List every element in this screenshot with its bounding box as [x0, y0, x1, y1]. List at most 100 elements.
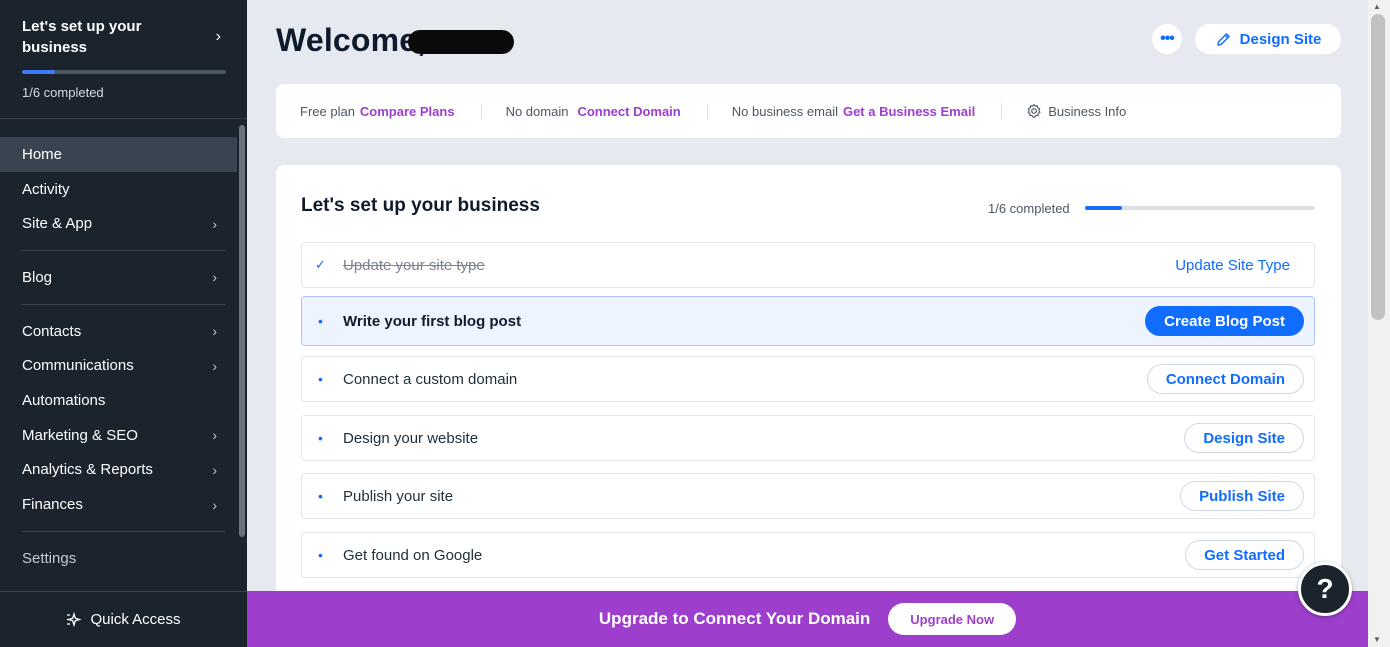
update-site-type-button[interactable]: Update Site Type	[1165, 250, 1300, 280]
sidebar-divider	[22, 303, 225, 305]
sidebar: Let's set up your business › 1/6 complet…	[0, 0, 247, 647]
design-site-task-button[interactable]: Design Site	[1184, 423, 1304, 453]
upgrade-banner-text: Upgrade to Connect Your Domain	[598, 609, 871, 628]
task-label: Design your website	[343, 429, 479, 447]
task-write-blog-post[interactable]: • Write your first blog post Create Blog…	[301, 296, 1315, 346]
get-business-email-link[interactable]: Get a Business Email	[843, 104, 975, 119]
bullet-icon: •	[318, 547, 323, 563]
sidebar-item-label: Activity	[22, 180, 70, 198]
email-segment: No business email Get a Business Email	[706, 103, 1001, 119]
scroll-down-arrow-icon[interactable]: ▼	[1373, 635, 1381, 644]
setup-panel-count: 1/6 completed	[988, 201, 1070, 216]
sidebar-nav: Home Activity Site & App › Blog › Contacts…	[0, 137, 237, 576]
plan-status: Free plan	[300, 103, 355, 119]
setup-checklist-panel: Let's set up your business 1/6 completed…	[276, 165, 1341, 635]
sidebar-item-label: Communications	[22, 357, 134, 375]
sidebar-item-label: Finances	[22, 496, 83, 514]
sidebar-item-analytics-reports[interactable]: Analytics & Reports ›	[0, 453, 237, 488]
sidebar-divider	[22, 530, 225, 532]
plan-segment: Free plan Compare Plans	[276, 104, 481, 119]
sidebar-item-label: Analytics & Reports	[22, 461, 153, 479]
page-scrollbar[interactable]: ▲ ▼	[1368, 0, 1390, 647]
sidebar-item-label: Home	[22, 145, 63, 163]
quick-access-label: Quick Access	[90, 611, 181, 628]
business-info-link[interactable]: Business Info	[1001, 103, 1152, 119]
chevron-right-icon: ›	[212, 357, 217, 374]
help-button[interactable]: ?	[1298, 562, 1352, 616]
chevron-right-icon: ›	[215, 28, 221, 45]
setup-panel-title: Let's set up your business	[301, 195, 540, 216]
task-get-found-google[interactable]: • Get found on Google Get Started	[301, 532, 1315, 578]
sidebar-item-label: Blog	[22, 268, 53, 286]
sidebar-item-activity[interactable]: Activity	[0, 172, 237, 207]
chevron-right-icon: ›	[212, 269, 217, 286]
sidebar-item-blog[interactable]: Blog ›	[0, 260, 237, 295]
sidebar-item-site-app[interactable]: Site & App ›	[0, 206, 237, 241]
setup-card-count: 1/6 completed	[22, 85, 104, 100]
chevron-right-icon: ›	[212, 427, 217, 444]
more-options-button[interactable]: •••	[1152, 24, 1182, 54]
setup-card-title: Let's set up your business	[22, 18, 142, 56]
sidebar-item-communications[interactable]: Communications ›	[0, 348, 237, 383]
task-label: Publish your site	[343, 487, 454, 505]
quick-access-button[interactable]: Quick Access	[0, 591, 247, 647]
chevron-right-icon: ›	[212, 496, 217, 513]
connect-domain-link[interactable]: Connect Domain	[577, 104, 680, 119]
more-dots-icon: •••	[1160, 30, 1175, 47]
sidebar-item-home[interactable]: Home	[0, 137, 237, 172]
page-title: Welcome,	[276, 22, 427, 58]
pencil-icon	[1216, 32, 1230, 46]
sidebar-item-finances[interactable]: Finances ›	[0, 487, 237, 522]
design-site-label: Design Site	[1239, 30, 1322, 48]
domain-status: No domain	[505, 103, 569, 119]
setup-panel-progress-fill	[1085, 206, 1122, 210]
chevron-right-icon: ›	[212, 461, 217, 478]
scroll-up-arrow-icon[interactable]: ▲	[1373, 2, 1381, 11]
connect-domain-button[interactable]: Connect Domain	[1146, 364, 1304, 394]
checkmark-icon: ✓	[315, 257, 326, 272]
bullet-icon: •	[318, 488, 323, 504]
sidebar-scrollbar[interactable]	[239, 125, 245, 537]
publish-site-button[interactable]: Publish Site	[1180, 481, 1304, 511]
task-update-site-type[interactable]: ✓ Update your site type Update Site Type	[301, 242, 1315, 288]
chevron-right-icon: ›	[212, 215, 217, 232]
create-blog-post-button[interactable]: Create Blog Post	[1145, 306, 1304, 336]
sidebar-item-label: Site & App	[22, 215, 93, 233]
email-status: No business email	[731, 103, 838, 119]
bullet-icon: •	[318, 430, 323, 446]
redacted-username	[408, 30, 514, 54]
get-started-button[interactable]: Get Started	[1185, 540, 1304, 570]
sidebar-item-automations[interactable]: Automations	[0, 383, 237, 418]
task-label: Write your first blog post	[343, 312, 522, 330]
sparkle-icon	[66, 611, 83, 627]
upgrade-now-button[interactable]: Upgrade Now	[888, 603, 1017, 635]
setup-progress-bar	[22, 70, 226, 74]
bullet-icon: •	[318, 313, 323, 329]
gear-icon	[1027, 103, 1041, 118]
task-label: Get found on Google	[343, 546, 483, 564]
upgrade-banner: Upgrade to Connect Your Domain Upgrade N…	[247, 591, 1368, 647]
sidebar-divider	[0, 118, 247, 119]
bullet-icon: •	[318, 371, 323, 387]
plan-info-bar: Free plan Compare Plans No domain Connec…	[276, 84, 1341, 138]
task-publish-site[interactable]: • Publish your site Publish Site	[301, 473, 1315, 519]
scrollbar-thumb[interactable]	[1371, 14, 1385, 320]
task-label: Connect a custom domain	[343, 370, 518, 388]
sidebar-item-contacts[interactable]: Contacts ›	[0, 314, 237, 349]
design-site-button[interactable]: Design Site	[1195, 24, 1341, 54]
domain-segment: No domain Connect Domain	[480, 103, 707, 119]
task-connect-domain[interactable]: • Connect a custom domain Connect Domain	[301, 356, 1315, 402]
question-mark-icon: ?	[1316, 573, 1334, 604]
task-label: Update your site type	[343, 256, 485, 274]
setup-progress-fill	[22, 70, 55, 74]
compare-plans-link[interactable]: Compare Plans	[360, 104, 455, 119]
task-design-website[interactable]: • Design your website Design Site	[301, 415, 1315, 461]
sidebar-item-label: Contacts	[22, 322, 82, 340]
setup-progress-card[interactable]: Let's set up your business › 1/6 complet…	[0, 0, 247, 118]
business-info-label: Business Info	[1048, 103, 1127, 119]
sidebar-divider	[22, 250, 225, 252]
sidebar-item-settings[interactable]: Settings	[0, 541, 237, 576]
sidebar-item-marketing-seo[interactable]: Marketing & SEO ›	[0, 418, 237, 453]
sidebar-item-label: Marketing & SEO	[22, 426, 138, 444]
sidebar-item-label: Automations	[22, 391, 106, 409]
